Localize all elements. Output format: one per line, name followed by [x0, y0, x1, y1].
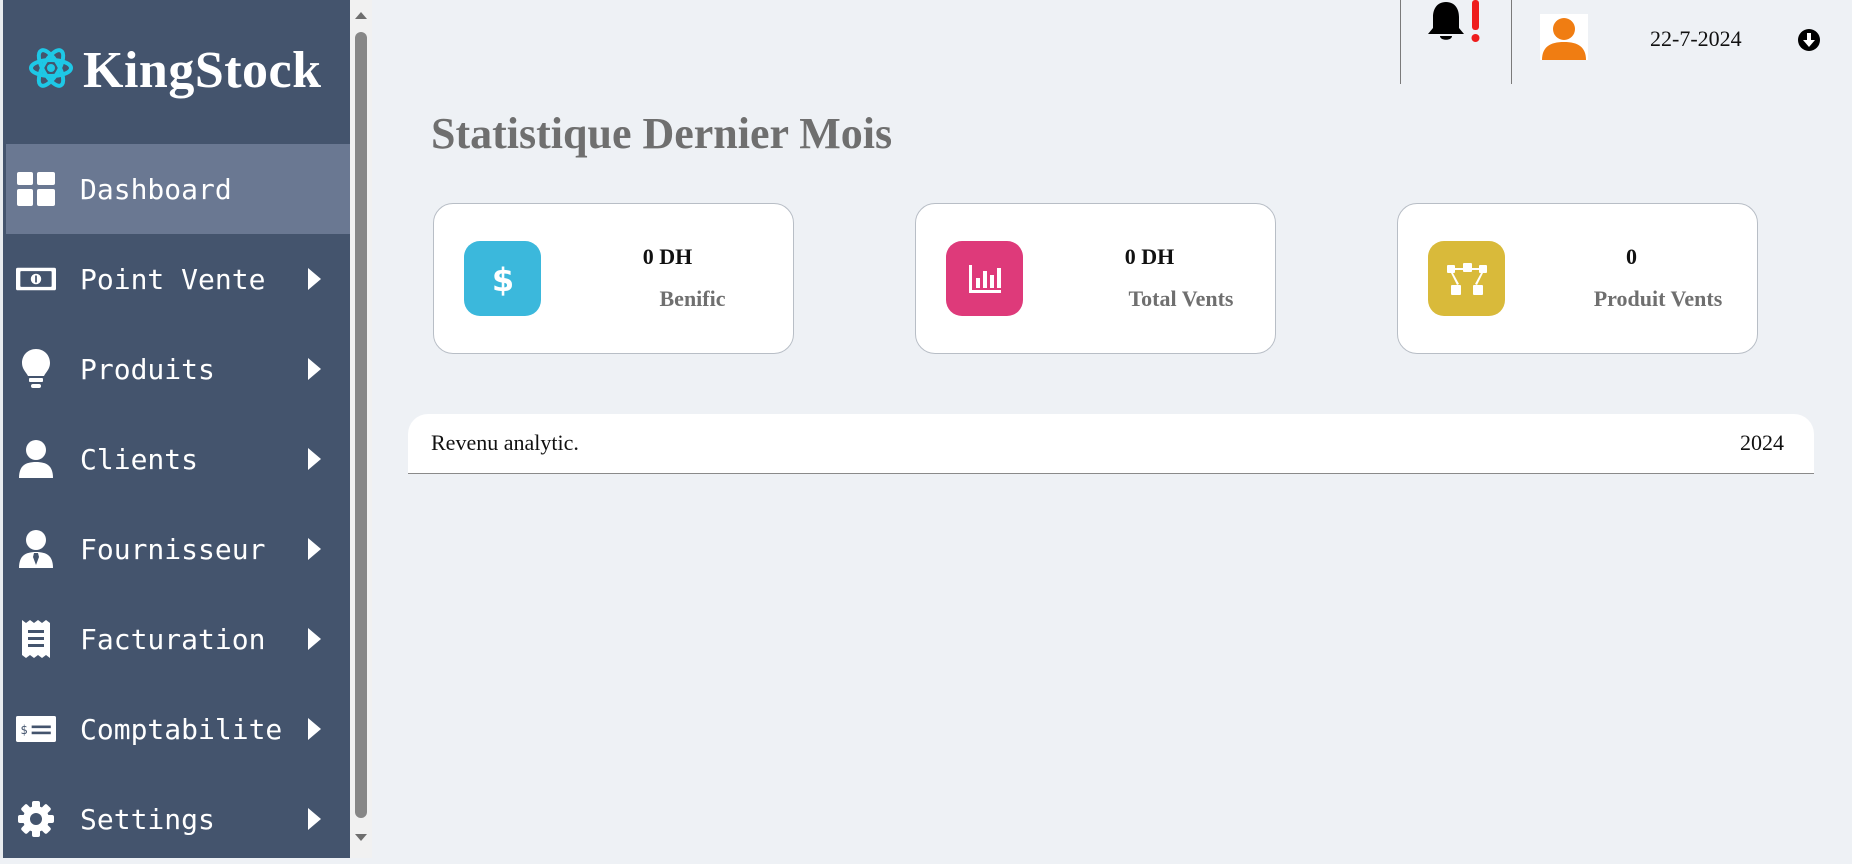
sidebar-item-facturation[interactable]: Facturation — [6, 594, 353, 684]
sidebar-item-clients[interactable]: Clients — [6, 414, 353, 504]
header-divider — [1511, 0, 1512, 84]
circle-arrow-down-icon[interactable] — [1797, 28, 1821, 57]
revenue-analytics-panel: Revenu analytic. 2024 — [408, 414, 1814, 474]
money-check-icon: $ — [16, 709, 56, 749]
sidebar-item-point-vente[interactable]: Point Vente — [6, 234, 353, 324]
caret-right-icon — [308, 448, 321, 470]
sidebar-item-dashboard[interactable]: Dashboard — [6, 144, 353, 234]
scroll-up-arrow-icon[interactable] — [355, 12, 367, 19]
caret-right-icon — [308, 268, 321, 290]
receipt-icon — [16, 619, 56, 659]
brand-name: KingStock — [83, 41, 322, 99]
bell-alert-icon[interactable] — [1426, 0, 1486, 51]
stat-label: Benific — [659, 286, 726, 311]
sidebar-item-settings[interactable]: Settings — [6, 774, 353, 864]
sidebar-item-comptabilite[interactable]: $ Comptabilite — [6, 684, 353, 774]
stat-card-total-vents: 0 DH Total Vents — [915, 203, 1276, 354]
sidebar-item-label: Facturation — [80, 622, 266, 656]
caret-right-icon — [308, 358, 321, 380]
scroll-thumb[interactable] — [355, 32, 367, 818]
sidebar-item-produits[interactable]: Produits — [6, 324, 353, 414]
stat-label: Total Vents — [1128, 286, 1234, 311]
analytics-title: Revenu analytic. — [431, 430, 579, 455]
sidebar-scrollbar[interactable] — [350, 0, 372, 858]
brand[interactable]: KingStock — [29, 40, 322, 100]
dashboard-grid-icon — [16, 169, 56, 209]
sidebar-item-label: Settings — [80, 802, 215, 836]
lightbulb-icon — [16, 349, 56, 389]
money-bill-icon — [16, 259, 56, 299]
user-avatar-icon[interactable] — [1540, 14, 1588, 65]
user-icon — [16, 439, 56, 479]
sidebar-item-label: Point Vente — [80, 262, 266, 296]
caret-right-icon — [308, 808, 321, 830]
caret-right-icon — [308, 628, 321, 650]
page-title: Statistique Dernier Mois — [431, 109, 893, 158]
dollar-icon: $ — [464, 241, 541, 316]
sidebar-item-fournisseur[interactable]: Fournisseur — [6, 504, 353, 594]
caret-right-icon — [308, 538, 321, 560]
svg-text:$: $ — [20, 723, 27, 737]
caret-right-icon — [308, 718, 321, 740]
header-divider — [1400, 0, 1401, 84]
sidebar-item-label: Clients — [80, 442, 199, 476]
sidebar-item-label: Dashboard — [80, 172, 232, 206]
stat-label: Produit Vents — [1593, 286, 1723, 311]
stat-card-benific: $ 0 DH Benific — [433, 203, 794, 354]
stat-card-produit-vents: 0 Produit Vents — [1397, 203, 1758, 354]
scroll-down-arrow-icon[interactable] — [355, 834, 367, 841]
header-date: 22-7-2024 — [1650, 26, 1742, 51]
vector-nodes-icon — [1428, 241, 1505, 316]
sidebar-item-label: Comptabilite — [80, 712, 283, 746]
sidebar-item-label: Fournisseur — [80, 532, 266, 566]
sidebar: KingStock Dashboard Point Vente Produits… — [0, 0, 353, 858]
atom-icon — [29, 44, 73, 97]
bar-chart-icon — [946, 241, 1023, 316]
stat-value: 0 DH — [1124, 244, 1175, 269]
svg-text:$: $ — [492, 261, 514, 297]
stat-value: 0 — [1626, 244, 1637, 269]
analytics-year[interactable]: 2024 — [1740, 430, 1784, 456]
user-tie-icon — [16, 529, 56, 569]
sidebar-item-label: Produits — [80, 352, 215, 386]
stat-value: 0 DH — [642, 244, 693, 269]
gear-icon — [16, 799, 56, 839]
